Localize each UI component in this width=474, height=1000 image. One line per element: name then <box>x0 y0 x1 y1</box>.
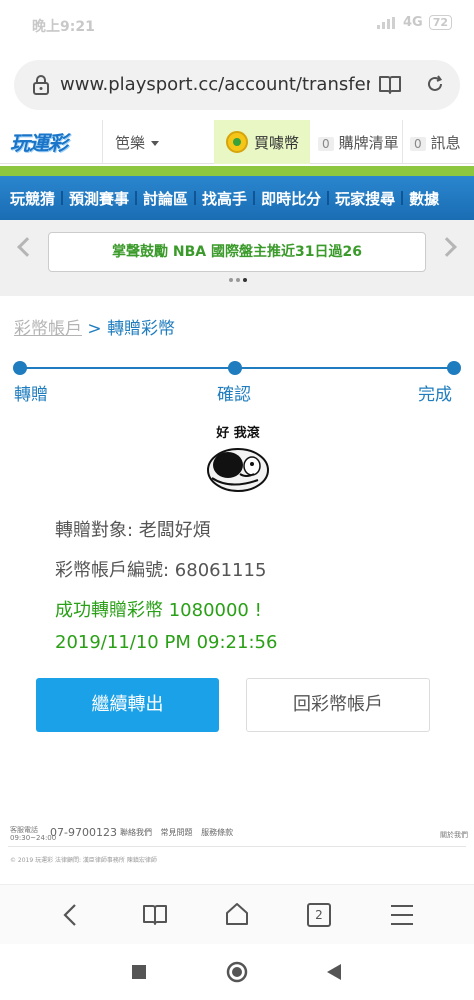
nav-item-forum[interactable]: 討論區 <box>143 188 188 209</box>
reader-mode-icon[interactable] <box>378 74 402 100</box>
buy-coin-button[interactable]: 買噱幣 <box>214 120 310 164</box>
home-icon[interactable] <box>224 901 250 931</box>
breadcrumb-current: 轉贈彩幣 <box>107 319 176 339</box>
nav-item-experts[interactable]: 找高手 <box>202 188 247 209</box>
transfer-datetime: 2019/11/10 PM 09:21:56 <box>55 632 278 653</box>
step-label-confirm: 確認 <box>217 385 251 405</box>
message-link[interactable]: 0 訊息 <box>410 132 461 153</box>
meme-image: 好 我滾 <box>200 418 276 498</box>
message-label: 訊息 <box>430 134 461 152</box>
cart-badge: 0 <box>318 137 334 151</box>
nav-item-live-score[interactable]: 即時比分 <box>261 188 321 209</box>
breadcrumb-separator: > <box>87 319 102 339</box>
reload-icon[interactable] <box>424 73 446 99</box>
nav-item-guess[interactable]: 玩競猜 <box>10 188 55 209</box>
step-dot-2 <box>228 361 242 375</box>
breadcrumb: 彩幣帳戶 > 轉贈彩幣 <box>14 314 175 339</box>
breadcrumb-root[interactable]: 彩幣帳戶 <box>14 319 82 339</box>
footer-link-terms[interactable]: 服務條款 <box>201 828 233 837</box>
announcement-text[interactable]: 掌聲鼓勵 NBA 國際盤主推近31日過26 <box>48 232 426 272</box>
account-number: 彩幣帳戶編號: 68061115 <box>55 560 267 581</box>
step-label-transfer: 轉贈 <box>14 385 48 405</box>
footer-link-about[interactable]: 關於我們 <box>440 830 468 840</box>
signal-icon <box>376 16 397 29</box>
network-label: 4G <box>402 15 423 30</box>
step-dot-3 <box>447 361 461 375</box>
step-label-complete: 完成 <box>418 385 452 405</box>
coin-icon <box>226 131 248 153</box>
user-menu[interactable]: 笆樂 <box>115 132 160 153</box>
user-name: 笆樂 <box>115 134 146 152</box>
chevron-right-icon[interactable] <box>437 237 457 257</box>
footer-link-contact[interactable]: 聯絡我們 <box>120 828 152 837</box>
success-message: 成功轉贈彩幣 1080000 ! <box>55 600 262 621</box>
cart-link[interactable]: 0 購牌清單 <box>318 132 399 153</box>
footer-copyright: © 2019 玩運彩 法律顧問: 漢臣律師事務所 陳鎮宏律師 <box>10 857 157 864</box>
message-badge: 0 <box>410 137 426 151</box>
nav-item-data[interactable]: 數據 <box>409 188 439 209</box>
footer-link-faq[interactable]: 常見問題 <box>161 828 193 837</box>
nav-item-player-search[interactable]: 玩家搜尋 <box>335 188 395 209</box>
system-nav-bar <box>0 944 474 1000</box>
site-logo[interactable]: 玩運彩 <box>10 127 68 156</box>
back-icon[interactable] <box>60 903 82 931</box>
browser-toolbar: 2 <box>0 884 474 944</box>
system-home-icon[interactable] <box>226 961 248 987</box>
transfer-target: 轉贈對象: 老闆好煩 <box>55 520 211 541</box>
back-to-account-button[interactable]: 回彩幣帳戶 <box>246 678 430 732</box>
status-icons: 4G 72 <box>376 15 452 30</box>
buy-coin-label: 買噱幣 <box>254 134 300 152</box>
address-bar[interactable]: www.playsport.cc/account/transfer/st <box>14 60 460 110</box>
status-time: 晚上9:21 <box>32 19 95 35</box>
announcement-carousel: 掌聲鼓勵 NBA 國際盤主推近31日過26 <box>0 220 474 296</box>
system-back-icon[interactable] <box>326 963 342 985</box>
battery-icon: 72 <box>428 15 452 30</box>
url-text[interactable]: www.playsport.cc/account/transfer/st <box>60 74 370 95</box>
step-dot-1 <box>13 361 27 375</box>
menu-icon[interactable] <box>390 904 414 930</box>
footer-divider <box>8 846 466 847</box>
service-phone[interactable]: 07-9700123 <box>50 826 117 839</box>
lock-icon <box>32 74 50 100</box>
footer-links: 聯絡我們 常見問題 服務條款 <box>120 827 239 838</box>
site-header: 玩運彩 笆樂 買噱幣 0 購牌清單 0 訊息 <box>0 120 474 164</box>
recent-apps-icon[interactable] <box>131 964 147 984</box>
main-nav: 玩競猜 預測賽事 討論區 找高手 即時比分 玩家搜尋 數據 <box>0 176 474 220</box>
bookmarks-icon[interactable] <box>142 903 168 931</box>
carousel-dots <box>229 278 247 282</box>
status-bar: 晚上9:21 4G 72 <box>0 0 474 52</box>
nav-item-predict[interactable]: 預測賽事 <box>69 188 129 209</box>
chevron-left-icon[interactable] <box>17 237 37 257</box>
caret-down-icon <box>151 141 160 146</box>
continue-transfer-button[interactable]: 繼續轉出 <box>36 678 219 732</box>
cart-label: 購牌清單 <box>338 134 399 152</box>
tabs-count-button[interactable]: 2 <box>307 903 331 927</box>
nav-accent-bar <box>0 166 474 176</box>
